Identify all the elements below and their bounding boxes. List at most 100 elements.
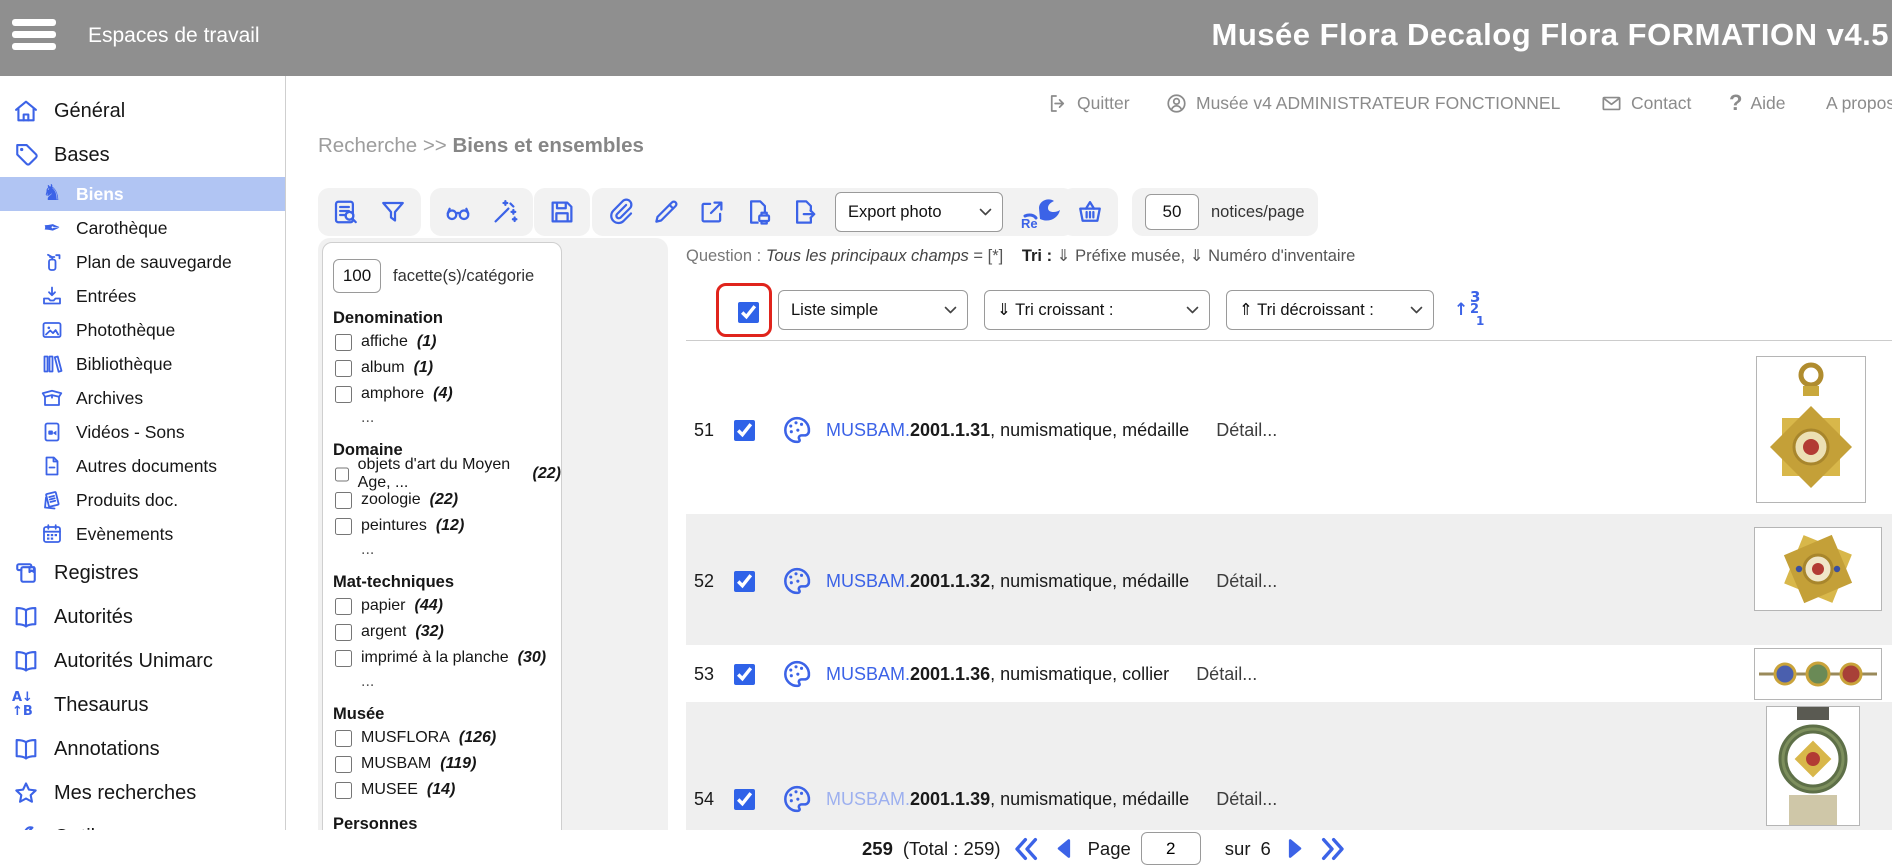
facet-item[interactable]: argent(32) — [333, 619, 561, 645]
result-thumbnail[interactable] — [1754, 527, 1882, 611]
list-search-icon[interactable] — [331, 197, 361, 227]
facet-item[interactable]: album(1) — [333, 355, 561, 381]
facet-more-link[interactable]: ... — [333, 539, 561, 561]
first-page-icon[interactable] — [1011, 834, 1041, 864]
sidebar-item-bibliotheque[interactable]: Bibliothèque — [0, 347, 285, 381]
facet-item[interactable]: amphore(4) — [333, 381, 561, 407]
sidebar-item-autres-documents[interactable]: Autres documents — [0, 449, 285, 483]
list-mode-select[interactable]: Liste simple — [778, 290, 968, 330]
palette-icon[interactable] — [780, 564, 814, 598]
page-number-input[interactable] — [1141, 832, 1201, 865]
facet-item[interactable]: MUSEE(14) — [333, 777, 561, 803]
basket-icon[interactable] — [1075, 197, 1105, 227]
facet-checkbox[interactable] — [335, 624, 352, 641]
select-all-checkbox[interactable] — [738, 302, 759, 323]
detail-link[interactable]: Détail... — [1196, 664, 1257, 684]
sort-descending-select[interactable]: ⇑ Tri décroissant : — [1226, 290, 1434, 330]
contact-link[interactable]: Contact — [1600, 88, 1691, 118]
facet-more-link[interactable]: ... — [333, 671, 561, 693]
sidebar-item-entrees[interactable]: Entrées — [0, 279, 285, 313]
facet-checkbox[interactable] — [335, 360, 352, 377]
palette-icon[interactable] — [780, 657, 814, 691]
numeric-sort-icon[interactable]: 3 ↑ 2 1 — [1452, 288, 1498, 332]
detail-link[interactable]: Détail... — [1216, 571, 1277, 591]
notices-per-page-input[interactable] — [1145, 194, 1199, 230]
sidebar-item-bases[interactable]: Bases — [0, 133, 285, 177]
open-book-icon — [12, 603, 40, 631]
detail-link[interactable]: Détail... — [1216, 789, 1277, 809]
pagination-bar: 259 (Total : 259) Page sur 6 — [0, 830, 1892, 866]
flora-swan-icon[interactable]: Re — [1019, 194, 1061, 230]
sidebar-item-general[interactable]: Général — [0, 89, 285, 133]
save-icon[interactable] — [547, 197, 577, 227]
glasses-icon[interactable] — [443, 197, 473, 227]
user-account-link[interactable]: Musée v4 ADMINISTRATEUR FONCTIONNEL — [1165, 88, 1560, 118]
row-checkbox[interactable] — [734, 664, 755, 685]
result-thumbnail[interactable] — [1754, 648, 1882, 700]
apropos-link[interactable]: A propos — [1826, 88, 1892, 118]
external-link-icon[interactable] — [697, 197, 727, 227]
facet-checkbox[interactable] — [335, 466, 349, 483]
sidebar-item-autorites-unimarc[interactable]: Autorités Unimarc — [0, 639, 285, 683]
quitter-link[interactable]: Quitter — [1046, 88, 1130, 118]
facet-item[interactable]: imprimé à la planche(30) — [333, 645, 561, 671]
facet-item[interactable]: objets d'art du Moyen Age, ...(22) — [333, 461, 561, 487]
sidebar-item-thesaurus[interactable]: A↓ ↑B Thesaurus — [0, 683, 285, 727]
hamburger-menu-icon[interactable] — [12, 19, 56, 57]
sidebar-item-registres[interactable]: Registres — [0, 551, 285, 595]
sidebar-item-biens[interactable]: ♞ Biens — [0, 177, 285, 211]
sidebar-item-videos-sons[interactable]: Vidéos - Sons — [0, 415, 285, 449]
facet-item[interactable]: papier(44) — [333, 593, 561, 619]
next-page-icon[interactable] — [1281, 835, 1308, 862]
pencil-icon[interactable] — [651, 197, 681, 227]
palette-icon[interactable] — [780, 413, 814, 447]
sidebar-item-annotations[interactable]: Annotations — [0, 727, 285, 771]
last-page-icon[interactable] — [1318, 834, 1348, 864]
paperclip-icon[interactable] — [605, 197, 635, 227]
sidebar-item-plan-de-sauvegarde[interactable]: Plan de sauvegarde — [0, 245, 285, 279]
row-checkbox[interactable] — [734, 789, 755, 810]
result-thumbnail[interactable] — [1766, 706, 1860, 826]
sidebar-item-archives[interactable]: Archives — [0, 381, 285, 415]
facet-checkbox[interactable] — [335, 386, 352, 403]
row-checkbox[interactable] — [734, 420, 755, 441]
sort-ascending-select[interactable]: ⇓ Tri croissant : — [984, 290, 1210, 330]
palette-icon[interactable] — [780, 782, 814, 816]
record-link[interactable]: MUSBAM. — [826, 571, 910, 591]
record-link[interactable]: MUSBAM. — [826, 420, 910, 440]
facet-checkbox[interactable] — [335, 730, 352, 747]
facet-item[interactable]: zoologie(22) — [333, 487, 561, 513]
facet-item[interactable]: MUSBAM(119) — [333, 751, 561, 777]
print-document-icon[interactable] — [743, 197, 773, 227]
facet-checkbox[interactable] — [335, 518, 352, 535]
record-link[interactable]: MUSBAM. — [826, 664, 910, 684]
facet-checkbox[interactable] — [335, 492, 352, 509]
sidebar-item-mes-recherches[interactable]: Mes recherches — [0, 771, 285, 815]
facet-checkbox[interactable] — [335, 598, 352, 615]
row-checkbox[interactable] — [734, 571, 755, 592]
detail-link[interactable]: Détail... — [1216, 420, 1277, 440]
result-thumbnail[interactable] — [1756, 356, 1866, 503]
previous-page-icon[interactable] — [1051, 835, 1078, 862]
facet-checkbox[interactable] — [335, 650, 352, 667]
facet-item[interactable]: affiche(1) — [333, 329, 561, 355]
sidebar-item-phototheque[interactable]: Photothèque — [0, 313, 285, 347]
aide-link[interactable]: ? Aide — [1729, 88, 1785, 118]
export-document-icon[interactable] — [789, 197, 819, 227]
facet-checkbox[interactable] — [335, 334, 352, 351]
export-photo-select[interactable]: Export photo — [835, 192, 1003, 232]
facet-item[interactable]: peintures(12) — [333, 513, 561, 539]
sidebar-item-carotheque[interactable]: ✒ Carothèque — [0, 211, 285, 245]
chevron-down-icon — [1186, 306, 1199, 314]
facet-checkbox[interactable] — [335, 756, 352, 773]
sidebar-item-evenements[interactable]: Evènements — [0, 517, 285, 551]
magic-wand-icon[interactable] — [490, 197, 520, 227]
facet-checkbox[interactable] — [335, 782, 352, 799]
facets-per-category-input[interactable] — [333, 259, 381, 293]
facet-more-link[interactable]: ... — [333, 407, 561, 429]
filter-icon[interactable] — [378, 197, 408, 227]
record-link[interactable]: MUSBAM. — [826, 789, 910, 809]
sidebar-item-produits-doc[interactable]: Produits doc. — [0, 483, 285, 517]
facet-item[interactable]: MUSFLORA(126) — [333, 725, 561, 751]
sidebar-item-autorites[interactable]: Autorités — [0, 595, 285, 639]
